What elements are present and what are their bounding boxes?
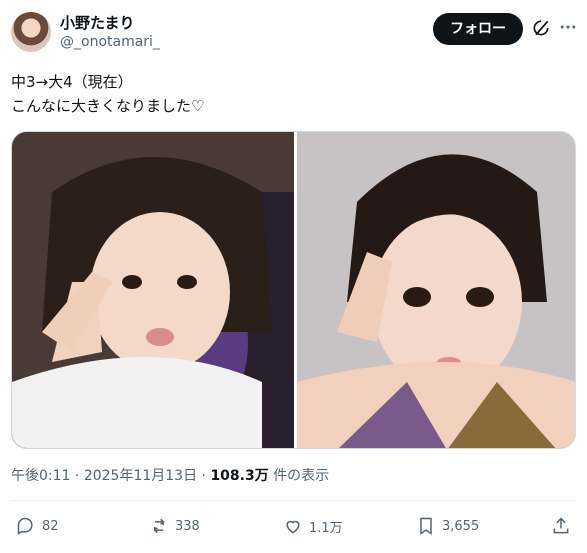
photo-2[interactable] — [297, 132, 575, 448]
like-button[interactable]: 1.1万 — [283, 512, 343, 540]
repost-count: 338 — [175, 518, 200, 534]
share-button[interactable] — [551, 512, 571, 540]
like-count: 1.1万 — [309, 520, 343, 536]
share-icon — [553, 517, 569, 534]
meta-separator: · — [74, 468, 84, 484]
reply-button[interactable]: 82 — [16, 512, 59, 540]
divider — [11, 500, 576, 501]
view-count: 108.3万 — [210, 468, 269, 484]
tweet-header: 小野たまり @_onotamari_ フォロー — [0, 0, 587, 62]
photo-1-image — [12, 132, 294, 448]
photo-1[interactable] — [12, 132, 294, 448]
grok-icon[interactable] — [531, 18, 551, 38]
display-name[interactable]: 小野たまり — [60, 13, 135, 33]
repost-button[interactable]: 338 — [149, 512, 200, 540]
follow-button[interactable]: フォロー — [433, 13, 523, 45]
reply-count: 82 — [42, 518, 59, 534]
bookmark-count: 3,655 — [442, 518, 480, 534]
tweet-text: 中3→大4（現在） こんなに大きくなりました♡ — [11, 70, 576, 118]
tweet-date[interactable]: 2025年11月13日 — [84, 468, 197, 484]
view-label: 件の表示 — [273, 468, 330, 484]
like-icon — [286, 520, 300, 534]
reply-icon — [17, 517, 33, 535]
tweet-time[interactable]: 午後0:11 — [11, 468, 70, 484]
tweet-text-line-1: 中3→大4（現在） — [11, 73, 133, 91]
tweet-text-line-2: こんなに大きくなりました♡ — [11, 97, 205, 115]
user-handle[interactable]: @_onotamari_ — [60, 33, 160, 51]
tweet-meta: 午後0:11 · 2025年11月13日 · 108.3万 件の表示 — [11, 466, 329, 486]
photo-2-image — [297, 132, 575, 448]
bookmark-button[interactable]: 3,655 — [416, 512, 479, 540]
more-icon[interactable] — [558, 17, 578, 37]
action-bar: 82 338 1.1万 3,655 — [0, 512, 587, 540]
avatar[interactable] — [11, 12, 51, 52]
media-grid — [11, 131, 576, 449]
repost-icon — [153, 518, 165, 534]
bookmark-icon — [420, 517, 432, 535]
